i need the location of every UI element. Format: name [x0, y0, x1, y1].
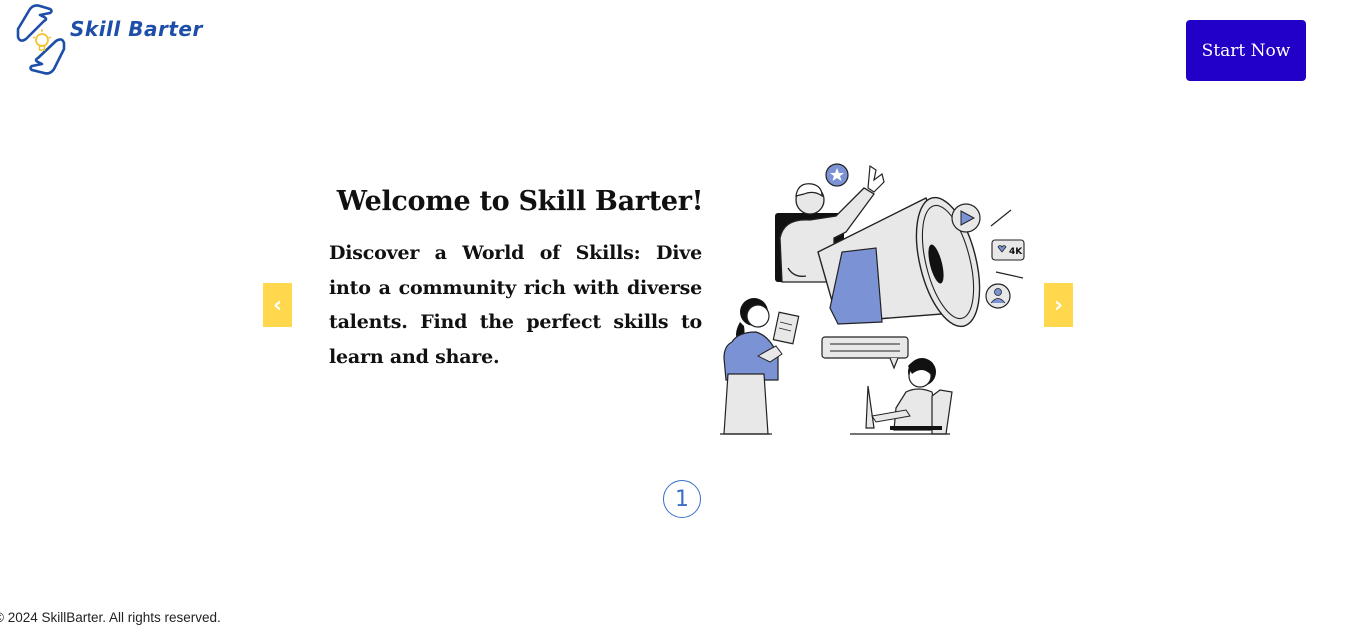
- slide-title: Welcome to Skill Barter!: [336, 186, 704, 217]
- carousel-next-button[interactable]: ›: [1044, 283, 1073, 327]
- carousel-prev-button[interactable]: ‹: [263, 283, 292, 327]
- chevron-left-icon: ‹: [272, 292, 283, 318]
- logo-text: Skill Barter: [70, 17, 203, 41]
- hands-bulb-logo-icon: [16, 4, 66, 75]
- page-number: 1: [675, 486, 689, 512]
- chevron-right-icon: ›: [1053, 292, 1064, 318]
- start-now-button[interactable]: Start Now: [1186, 20, 1306, 81]
- footer-copyright: © 2024 SkillBarter. All rights reserved.: [0, 610, 221, 625]
- site-logo[interactable]: Skill Barter: [14, 3, 204, 79]
- slide-description: Discover a World of Skills: Dive into a …: [329, 242, 702, 368]
- megaphone-community-illustration: 4K: [720, 163, 1025, 435]
- carousel-page-indicator[interactable]: 1: [663, 480, 701, 518]
- like-count-badge: 4K: [1009, 247, 1023, 257]
